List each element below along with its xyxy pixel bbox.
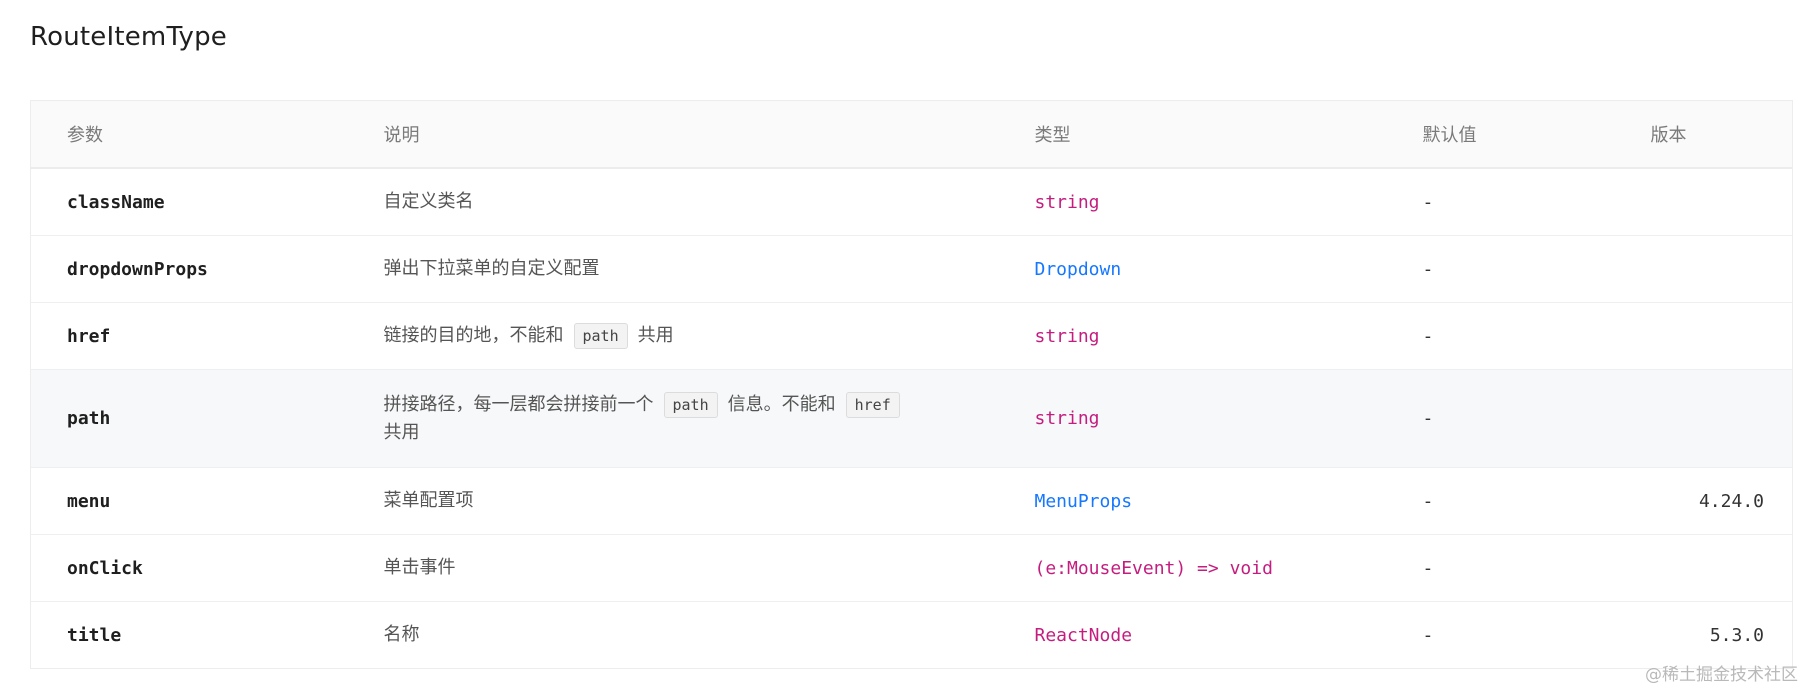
- type-value: string: [1034, 325, 1100, 347]
- description-part: 链接的目的地，不能和: [383, 325, 564, 346]
- header-description: 说明: [347, 100, 999, 169]
- description-cell: 链接的目的地，不能和 path 共用: [347, 302, 999, 370]
- type-value: ReactNode: [1034, 624, 1133, 646]
- default-cell: -: [1386, 235, 1651, 303]
- type-cell: Dropdown: [998, 235, 1387, 303]
- type-cell: string: [998, 302, 1387, 370]
- description-cell: 菜单配置项: [347, 467, 999, 535]
- param-cell: path: [30, 369, 348, 468]
- description-cell: 拼接路径，每一层都会拼接前一个 path 信息。不能和 href 共用: [347, 369, 999, 468]
- default-value: -: [1422, 624, 1434, 646]
- param-cell: href: [30, 302, 348, 370]
- table-row: href 链接的目的地，不能和 path 共用 string -: [30, 302, 1793, 370]
- table-row: onClick 单击事件 (e:MouseEvent) => void -: [30, 534, 1793, 602]
- description-text: 名称: [383, 624, 420, 645]
- type-value: string: [1034, 408, 1100, 429]
- inline-code: path: [573, 323, 628, 349]
- header-version: 版本: [1650, 100, 1793, 169]
- description-cell: 名称: [348, 602, 999, 669]
- param-name: className: [67, 191, 165, 213]
- default-value: -: [1422, 557, 1434, 579]
- description-part: 拼接路径，每一层都会拼接前一个: [383, 393, 654, 415]
- description-text: 弹出下拉菜单的自定义配置: [383, 258, 600, 279]
- type-cell: (e:MouseEvent) => void: [998, 534, 1387, 602]
- table-header-row: 参数 说明 类型 默认值 版本: [30, 100, 1793, 169]
- param-cell: title: [31, 602, 348, 669]
- description-part: 共用: [637, 325, 674, 346]
- default-value: -: [1422, 258, 1434, 280]
- param-cell: dropdownProps: [30, 235, 348, 303]
- description-part: 信息。不能和: [727, 393, 836, 415]
- type-value: (e:MouseEvent) => void: [1034, 557, 1273, 579]
- default-cell: -: [1386, 168, 1651, 236]
- default-value: -: [1422, 191, 1434, 213]
- param-cell: menu: [30, 467, 348, 535]
- type-link[interactable]: MenuProps: [1035, 491, 1133, 512]
- page-title: RouteItemType: [30, 22, 227, 52]
- default-value: -: [1422, 325, 1434, 347]
- version-cell: [1650, 168, 1793, 236]
- table-row: title 名称 ReactNode - 5.3.0: [31, 602, 1793, 669]
- param-name: title: [67, 624, 122, 646]
- param-name: path: [67, 408, 111, 429]
- param-name: onClick: [67, 557, 143, 579]
- description-text: 单击事件: [383, 557, 456, 578]
- table-row: dropdownProps 弹出下拉菜单的自定义配置 Dropdown -: [30, 235, 1793, 303]
- version-value: 5.3.0: [1709, 624, 1764, 646]
- param-cell: className: [30, 168, 348, 236]
- type-cell: string: [998, 369, 1387, 468]
- inline-code: href: [845, 391, 900, 418]
- inline-code: path: [663, 391, 718, 418]
- default-value: -: [1422, 490, 1434, 512]
- version-cell: [1650, 369, 1793, 468]
- param-cell: onClick: [30, 534, 348, 602]
- description-cell: 单击事件: [347, 534, 999, 602]
- table-row: className 自定义类名 string -: [30, 168, 1793, 236]
- type-value: string: [1034, 191, 1100, 213]
- type-cell: string: [998, 168, 1387, 236]
- header-param: 参数: [30, 100, 348, 169]
- table-row: path 拼接路径，每一层都会拼接前一个 path 信息。不能和 href 共用 str…: [30, 369, 1793, 468]
- table-row: menu 菜单配置项 MenuProps - 4.24.0: [30, 467, 1793, 535]
- header-type: 类型: [998, 100, 1387, 169]
- default-cell: -: [1386, 369, 1651, 468]
- default-cell: -: [1386, 302, 1651, 370]
- param-name: menu: [67, 490, 111, 512]
- default-value: -: [1422, 408, 1434, 429]
- header-default: 默认值: [1386, 100, 1651, 169]
- table-body: className 自定义类名 string - dropdownProps 弹…: [30, 168, 1793, 669]
- description-cell: 自定义类名: [347, 168, 999, 236]
- description-cell: 弹出下拉菜单的自定义配置: [347, 235, 999, 303]
- default-cell: -: [1386, 467, 1651, 535]
- type-link[interactable]: Dropdown: [1035, 259, 1122, 280]
- api-table: 参数 说明 类型 默认值 版本 className 自定义类名 string -…: [30, 100, 1793, 669]
- type-cell: ReactNode: [999, 602, 1387, 669]
- watermark: @稀土掘金技术社区: [1645, 665, 1798, 685]
- param-name: href: [67, 325, 111, 347]
- version-cell: 5.3.0: [1651, 602, 1793, 669]
- version-cell: [1650, 534, 1793, 602]
- version-cell: 4.24.0: [1650, 467, 1793, 535]
- description-text: 菜单配置项: [383, 490, 474, 511]
- description-part: 共用: [383, 421, 420, 443]
- version-cell: [1650, 302, 1793, 370]
- version-value: 4.24.0: [1698, 490, 1764, 512]
- param-name: dropdownProps: [67, 258, 208, 280]
- description-text: 拼接路径，每一层都会拼接前一个 path 信息。不能和 href 共用: [384, 391, 944, 447]
- description-text: 链接的目的地，不能和 path 共用: [383, 323, 674, 349]
- default-cell: -: [1386, 534, 1651, 602]
- version-cell: [1650, 235, 1793, 303]
- description-text: 自定义类名: [383, 191, 474, 212]
- type-cell: MenuProps: [998, 467, 1387, 535]
- default-cell: -: [1387, 602, 1651, 669]
- table-header: 参数 说明 类型 默认值 版本: [30, 100, 1793, 169]
